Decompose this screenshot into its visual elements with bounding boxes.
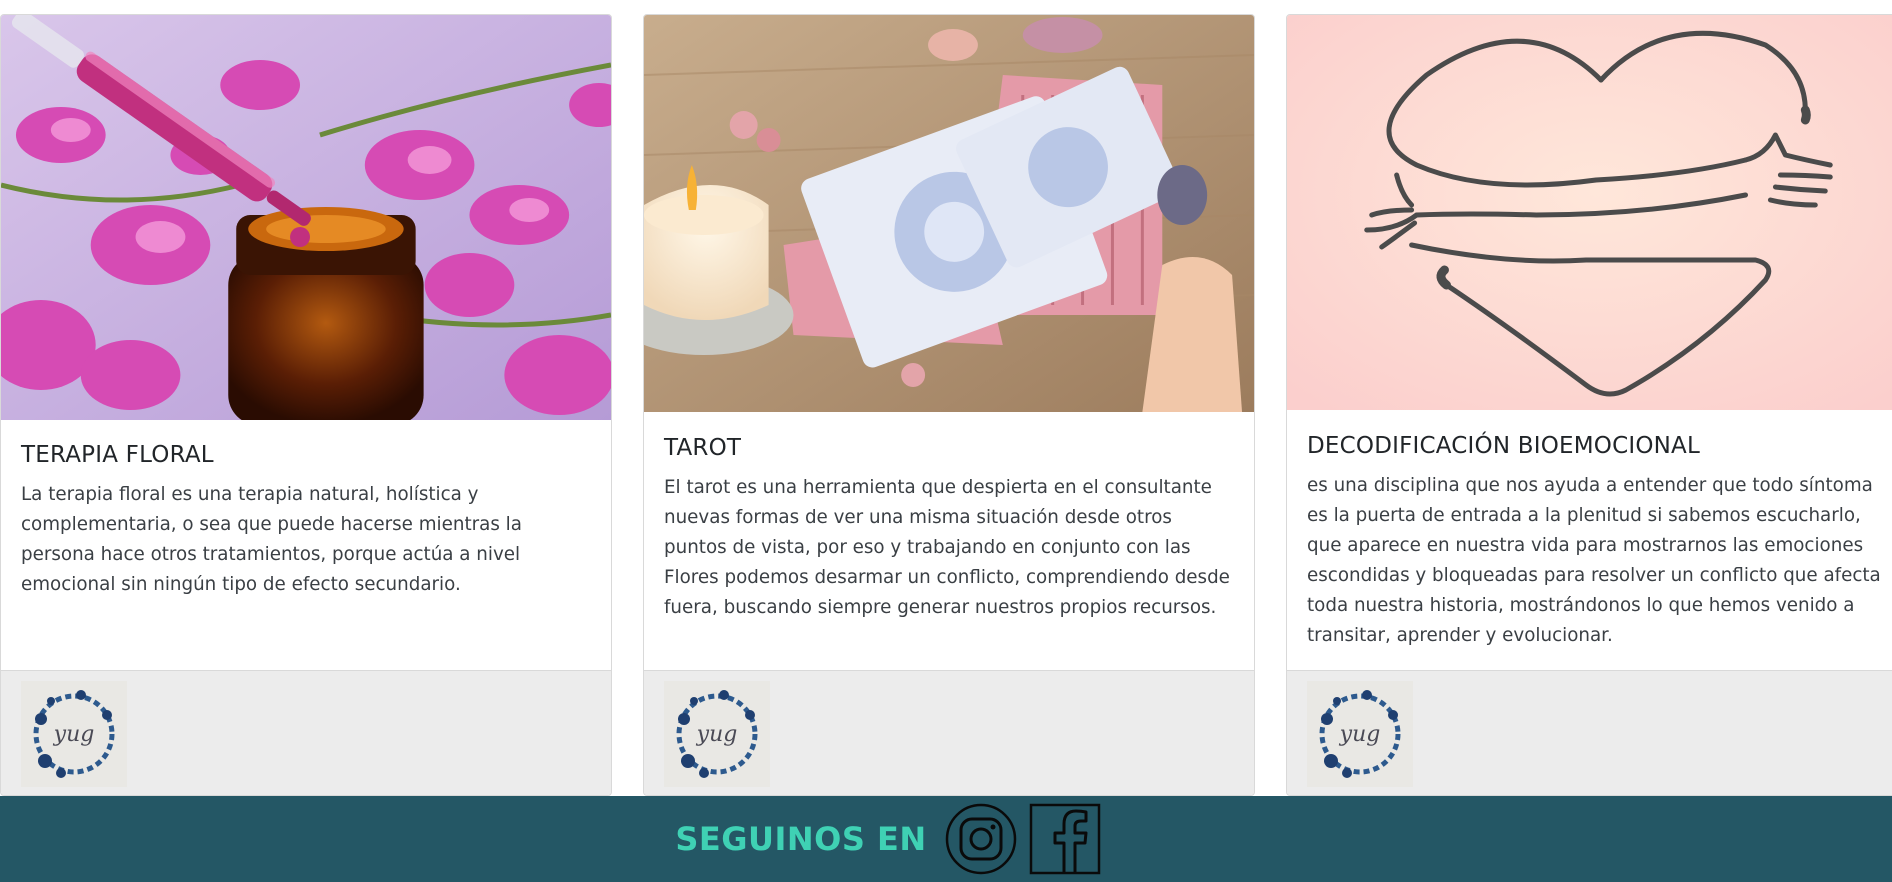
card-title: TERAPIA FLORAL [21,442,214,468]
flower-essence-dropper-image [1,15,611,420]
heart-hug-illustration [1287,15,1892,410]
yug-logo: yug [664,681,770,787]
yug-logo: yug [21,681,127,787]
card-body: TERAPIA FLORAL La terapia floral es una … [21,440,591,600]
services-cards: TERAPIA FLORAL La terapia floral es una … [0,0,1892,796]
card-body: DECODIFICACIÓN BIOEMOCIONAL es una disci… [1307,431,1885,651]
card-footer: yug [1287,670,1892,795]
instagram-icon[interactable] [939,803,1023,875]
svg-text:yug: yug [53,722,95,747]
service-card-decodificacion-bioemocional: DECODIFICACIÓN BIOEMOCIONAL es una disci… [1286,14,1892,796]
tarot-cards-candle-image [644,15,1254,412]
card-title: TAROT [664,435,742,461]
follow-us-label: SEGUINOS EN [675,820,927,858]
card-text: La terapia floral es una terapia natural… [21,484,522,595]
social-footer: SEGUINOS EN [0,796,1892,882]
svg-text:yug: yug [1339,722,1381,747]
card-text: es una disciplina que nos ayuda a entend… [1307,475,1881,646]
service-card-tarot: TAROT El tarot es una herramienta que de… [643,14,1255,796]
card-text: El tarot es una herramienta que despiert… [664,477,1230,618]
card-body: TAROT El tarot es una herramienta que de… [664,433,1234,623]
svg-text:yug: yug [696,722,738,747]
card-footer: yug [644,670,1254,795]
service-card-terapia-floral: TERAPIA FLORAL La terapia floral es una … [0,14,612,796]
card-footer: yug [1,670,611,795]
card-title: DECODIFICACIÓN BIOEMOCIONAL [1307,433,1701,459]
facebook-icon[interactable] [1023,803,1107,875]
yug-logo: yug [1307,681,1413,787]
